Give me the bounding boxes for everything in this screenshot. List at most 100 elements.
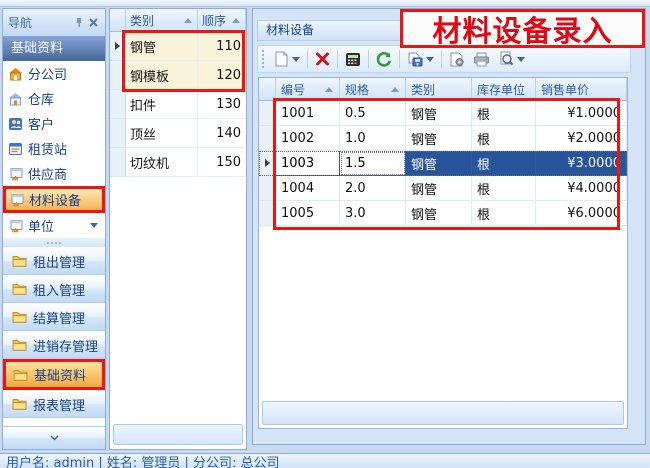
grid-row[interactable]: 1001 0.5 钢管 根 ¥1.0000	[259, 101, 627, 126]
refresh-icon	[376, 51, 392, 67]
sidebar-item-warehouse[interactable]: 仓库	[3, 86, 105, 111]
sort-ascending-icon	[184, 18, 192, 23]
category-row[interactable]: 钢管 110	[110, 32, 246, 61]
sale-price-cell[interactable]: ¥3.0000	[536, 151, 627, 176]
toolbar-separator	[337, 50, 338, 68]
category-cell[interactable]: 钢模板	[126, 61, 198, 90]
stock-unit-cell[interactable]: 根	[472, 176, 536, 201]
sale-price-cell[interactable]: ¥6.0000	[536, 201, 627, 226]
category-row[interactable]: 顶丝 140	[110, 119, 246, 148]
sidebar-section-basic-data: 基础资料	[3, 36, 105, 61]
sidebar-group-rent-in[interactable]: 租入管理	[3, 275, 105, 303]
grid-row[interactable]: 1005 3.0 钢管 根 ¥6.0000	[259, 201, 627, 226]
refresh-button[interactable]	[373, 48, 395, 71]
spec-cell[interactable]: 3.0	[340, 201, 406, 226]
folder-icon	[13, 369, 28, 381]
stock-unit-cell[interactable]: 根	[472, 101, 536, 126]
print-button[interactable]	[470, 48, 493, 71]
column-header-label: 规格	[345, 81, 369, 98]
order-cell[interactable]: 140	[198, 119, 246, 148]
column-header-category[interactable]: 类别	[406, 78, 472, 101]
close-sidebar-button[interactable]	[86, 15, 100, 29]
sale-price-cell[interactable]: ¥4.0000	[536, 176, 627, 201]
row-indicator-cell	[110, 61, 126, 90]
order-cell[interactable]: 110	[198, 32, 246, 61]
category-cell[interactable]: 钢管	[406, 201, 472, 226]
category-cell[interactable]: 钢管	[406, 126, 472, 151]
code-cell[interactable]: 1004	[276, 176, 340, 201]
stock-unit-cell[interactable]: 根	[472, 126, 536, 151]
sidebar-item-label: 单位	[28, 216, 54, 235]
row-indicator-cell	[259, 126, 276, 151]
category-row[interactable]: 切纹机 150	[110, 148, 246, 177]
grid-row[interactable]: 1002 1.0 钢管 根 ¥2.0000	[259, 126, 627, 151]
sidebar-item-supplier[interactable]: 供应商	[3, 161, 105, 186]
column-header-stock-unit[interactable]: 库存单位	[472, 78, 536, 101]
order-cell[interactable]: 130	[198, 90, 246, 119]
sidebar-group-rent-out[interactable]: 租出管理	[3, 247, 105, 275]
row-indicator-cell	[110, 148, 126, 177]
sidebar-item-material-equipment[interactable]: 材料设备	[3, 186, 105, 213]
sidebar-group-reports[interactable]: 报表管理	[3, 390, 105, 418]
pin-button[interactable]	[72, 15, 86, 29]
delete-record-button[interactable]	[312, 48, 333, 71]
sidebar-item-branch[interactable]: 分公司	[3, 61, 105, 86]
chevron-down-icon[interactable]	[90, 223, 98, 228]
spec-cell[interactable]: 1.0	[340, 126, 406, 151]
sidebar-group-basic-data[interactable]: 基础资料	[3, 359, 105, 390]
category-cell[interactable]: 顶丝	[126, 119, 198, 148]
column-header-order[interactable]: 顺序	[198, 9, 246, 32]
sidebar-item-rental-station[interactable]: 租赁站	[3, 136, 105, 161]
new-record-button[interactable]	[271, 48, 303, 71]
grid-row[interactable]: 1004 2.0 钢管 根 ¥4.0000	[259, 176, 627, 201]
column-header-spec[interactable]: 规格	[340, 78, 406, 101]
sidebar-item-customers[interactable]: 客户	[3, 111, 105, 136]
spec-cell[interactable]: 0.5	[340, 101, 406, 126]
column-header-sale-price[interactable]: 销售单价	[536, 78, 627, 101]
grid-row-selected[interactable]: 1003 1.5 钢管 根 ¥3.0000	[259, 151, 627, 176]
spec-cell[interactable]: 2.0	[340, 176, 406, 201]
stock-unit-cell[interactable]: 根	[472, 201, 536, 226]
spec-cell-editing[interactable]: 1.5	[340, 151, 406, 176]
sidebar-item-unit[interactable]: 单位	[3, 213, 105, 238]
sidebar-group-settlement[interactable]: 结算管理	[3, 303, 105, 331]
save-export-button[interactable]	[404, 48, 437, 71]
category-cell[interactable]: 钢管	[126, 32, 198, 61]
order-cell[interactable]: 120	[198, 61, 246, 90]
column-header-category[interactable]: 类别	[126, 9, 198, 32]
page-setup-button[interactable]	[446, 48, 468, 71]
code-cell[interactable]: 1003	[276, 151, 340, 176]
toolbar-grip[interactable]	[262, 50, 267, 68]
sort-ascending-icon	[391, 87, 399, 92]
calculator-button[interactable]	[342, 48, 364, 71]
category-cell[interactable]: 钢管	[406, 176, 472, 201]
code-cell[interactable]: 1005	[276, 201, 340, 226]
category-cell[interactable]: 切纹机	[126, 148, 198, 177]
sidebar-splitter[interactable]	[3, 238, 105, 247]
row-indicator-cell	[259, 201, 276, 226]
code-cell[interactable]: 1001	[276, 101, 340, 126]
nav-panel-title: 导航	[8, 14, 72, 31]
stock-unit-cell[interactable]: 根	[472, 151, 536, 176]
sidebar-group-inventory[interactable]: 进销存管理	[3, 331, 105, 359]
sidebar-collapse-button[interactable]	[3, 426, 105, 449]
code-cell[interactable]: 1002	[276, 126, 340, 151]
unit-icon	[8, 219, 23, 233]
row-indicator-header	[259, 78, 276, 101]
column-header-code[interactable]: 编号	[276, 78, 340, 101]
category-row[interactable]: 扣件 130	[110, 90, 246, 119]
branch-icon	[8, 67, 23, 81]
pin-icon	[74, 17, 84, 28]
sale-price-cell[interactable]: ¥2.0000	[536, 126, 627, 151]
category-cell[interactable]: 钢管	[406, 151, 472, 176]
category-cell[interactable]: 钢管	[406, 101, 472, 126]
sale-price-cell[interactable]: ¥1.0000	[536, 101, 627, 126]
order-cell[interactable]: 150	[198, 148, 246, 177]
category-row[interactable]: 钢模板 120	[110, 61, 246, 90]
column-header-label: 库存单位	[477, 81, 525, 98]
folder-icon	[12, 255, 27, 267]
row-indicator-header	[110, 9, 126, 32]
sidebar-item-label: 供应商	[28, 164, 67, 183]
print-preview-button[interactable]	[495, 48, 528, 71]
category-cell[interactable]: 扣件	[126, 90, 198, 119]
